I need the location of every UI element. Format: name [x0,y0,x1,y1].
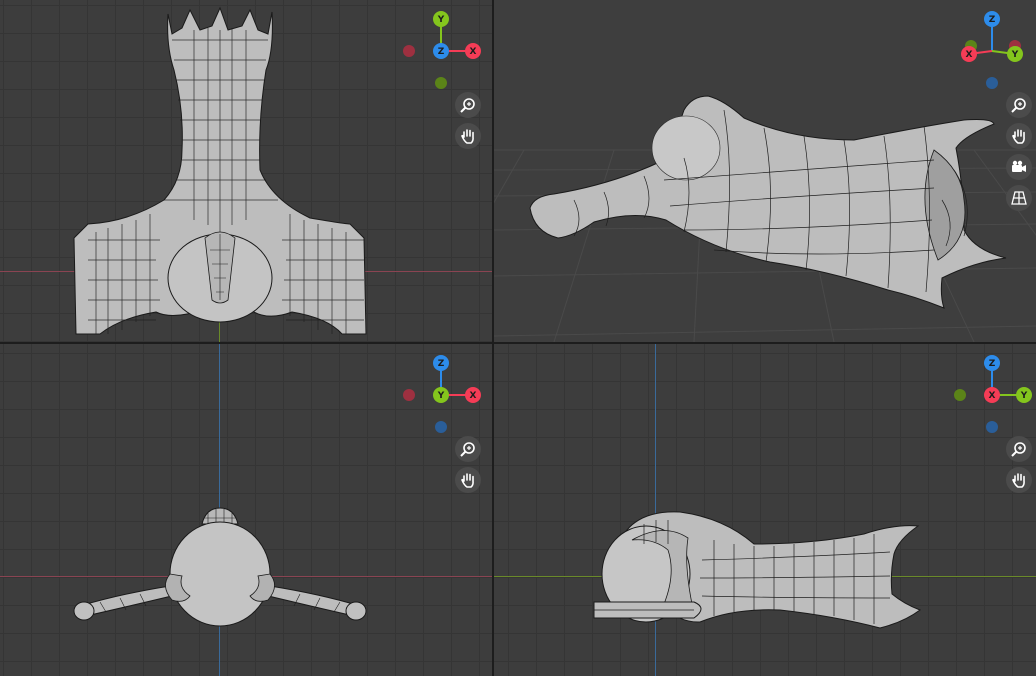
gizmo-up-label: Z [438,359,445,369]
mesh-right-view[interactable] [584,504,924,634]
viewport-right[interactable]: X Z Y [494,344,1036,676]
mesh-front-view[interactable] [60,494,380,634]
zoom-button[interactable] [1006,92,1032,118]
viewport-perspective[interactable]: Z X Y [494,0,1036,342]
perspective-grid-icon [1011,191,1027,205]
pan-hand-icon [461,473,474,488]
gizmo-left-label: X [966,50,973,60]
navigation-gizmo[interactable]: X Z Y [947,350,1036,440]
zoom-icon [1011,442,1026,457]
zoom-icon [460,98,475,113]
gizmo-right-label: Y [1011,50,1019,60]
gizmo-center-label: Y [437,391,445,401]
pan-button[interactable] [455,467,481,493]
gizmo-center-label: X [989,391,996,401]
gizmo-up-label: Y [437,15,445,25]
pan-hand-icon [1012,129,1025,144]
pan-button[interactable] [1006,123,1032,149]
viewport-top[interactable]: Z Y X [0,0,492,342]
navigation-gizmo[interactable]: Z Y X [396,6,486,96]
viewport-separator-vertical[interactable] [492,0,494,676]
camera-icon [1012,160,1026,172]
toggle-perspective-button[interactable] [1006,185,1032,211]
gizmo-center-label: Z [438,47,445,57]
gizmo-right-label: X [470,47,477,57]
gizmo-up-label: Z [989,15,996,25]
gizmo-right-label: X [470,391,477,401]
zoom-button[interactable] [455,92,481,118]
gizmo-right-label: Y [1020,391,1028,401]
navigation-gizmo[interactable]: Y Z X [396,350,486,440]
pan-hand-icon [1012,473,1025,488]
zoom-icon [1011,98,1026,113]
mesh-top-view[interactable] [60,0,380,342]
pan-hand-icon [461,129,474,144]
zoom-button[interactable] [455,436,481,462]
viewport-separator-horizontal[interactable] [0,342,1036,344]
zoom-icon [460,442,475,457]
viewport-front[interactable]: Y Z X [0,344,492,676]
gizmo-up-label: Z [989,359,996,369]
navigation-gizmo[interactable]: Z X Y [947,6,1036,96]
zoom-button[interactable] [1006,436,1032,462]
pan-button[interactable] [1006,467,1032,493]
pan-button[interactable] [455,123,481,149]
camera-view-button[interactable] [1006,154,1032,180]
